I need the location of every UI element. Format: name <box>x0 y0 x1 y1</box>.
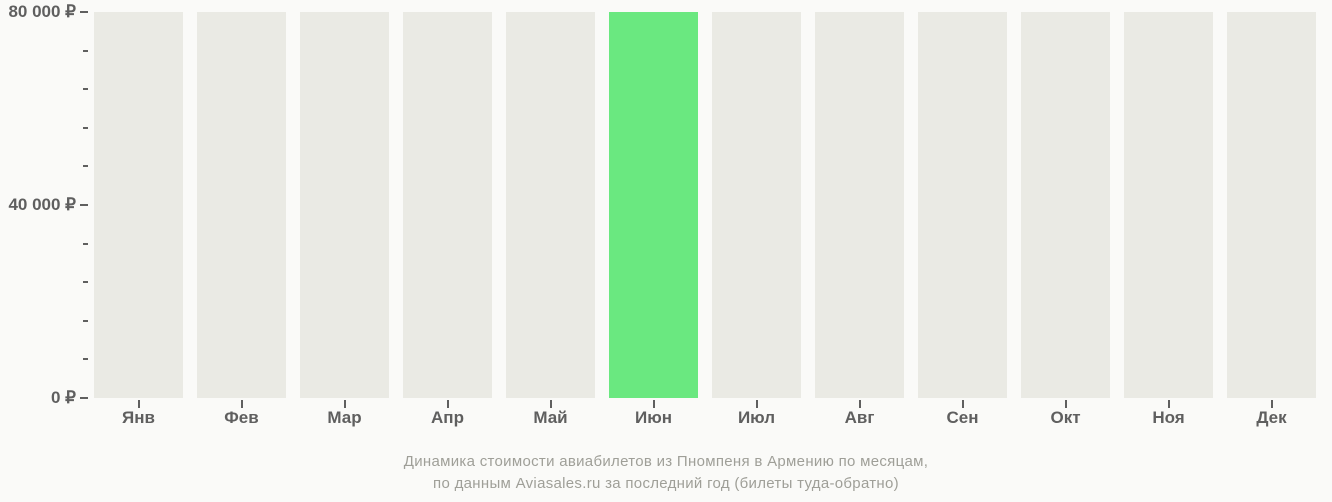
bars-container <box>94 12 1316 398</box>
y-tick-mark <box>80 11 88 13</box>
y-minor-tick <box>83 281 88 283</box>
caption-line1: Динамика стоимости авиабилетов из Пномпе… <box>404 453 928 470</box>
y-axis-label: 80 000 ₽ <box>8 2 76 22</box>
bar-slot[interactable] <box>94 12 183 398</box>
bar-slot[interactable] <box>712 12 801 398</box>
y-tick-mark <box>80 204 88 206</box>
x-tick-mark <box>962 400 964 408</box>
price-chart: 0 ₽40 000 ₽80 000 ₽ ЯнвФевМарАпрМайИюнИю… <box>0 0 1332 502</box>
bar-slot[interactable] <box>1124 12 1213 398</box>
y-axis-label: 0 ₽ <box>51 388 76 408</box>
x-tick-mark <box>550 400 552 408</box>
x-tick-mark <box>653 400 655 408</box>
x-axis-label: Июл <box>712 408 801 436</box>
x-tick-mark <box>1065 400 1067 408</box>
bar-background <box>712 12 801 398</box>
bar-background <box>197 12 286 398</box>
y-axis-label: 40 000 ₽ <box>8 195 76 215</box>
y-minor-tick <box>83 243 88 245</box>
x-axis-label: Авг <box>815 408 904 436</box>
x-axis-label: Мар <box>300 408 389 436</box>
y-minor-tick <box>83 50 88 52</box>
bar-value <box>609 12 698 398</box>
bar-background <box>1227 12 1316 398</box>
y-minor-tick <box>83 320 88 322</box>
bar-background <box>1124 12 1213 398</box>
bar-slot[interactable] <box>506 12 595 398</box>
bar-slot[interactable] <box>1021 12 1110 398</box>
x-tick-mark <box>859 400 861 408</box>
x-tick-mark <box>344 400 346 408</box>
x-axis-label: Июн <box>609 408 698 436</box>
bar-background <box>1021 12 1110 398</box>
x-tick-mark <box>138 400 140 408</box>
chart-caption: Динамика стоимости авиабилетов из Пномпе… <box>0 451 1332 495</box>
bar-background <box>94 12 183 398</box>
bar-background <box>300 12 389 398</box>
y-minor-tick <box>83 127 88 129</box>
y-tick-mark <box>80 397 88 399</box>
x-tick-mark <box>756 400 758 408</box>
x-tick-mark <box>1271 400 1273 408</box>
x-tick-mark <box>447 400 449 408</box>
bar-background <box>815 12 904 398</box>
x-axis-label: Фев <box>197 408 286 436</box>
bar-slot[interactable] <box>815 12 904 398</box>
x-tick-mark <box>241 400 243 408</box>
x-axis-label: Май <box>506 408 595 436</box>
x-axis: Янв Фев Мар Апр Май Июн Июл Авг Сен Окт Ноя Дек <box>94 408 1316 436</box>
x-axis-label: Дек <box>1227 408 1316 436</box>
bar-slot[interactable] <box>403 12 492 398</box>
y-minor-tick <box>83 88 88 90</box>
bar-slot[interactable] <box>197 12 286 398</box>
caption-line2: по данным Aviasales.ru за последний год … <box>433 475 899 492</box>
bar-slot[interactable] <box>609 12 698 398</box>
bar-slot[interactable] <box>300 12 389 398</box>
x-tick-mark <box>1168 400 1170 408</box>
bar-background <box>918 12 1007 398</box>
bar-background <box>403 12 492 398</box>
bar-slot[interactable] <box>918 12 1007 398</box>
x-axis-label: Апр <box>403 408 492 436</box>
y-minor-tick <box>83 358 88 360</box>
bar-background <box>506 12 595 398</box>
bar-slot[interactable] <box>1227 12 1316 398</box>
y-axis: 0 ₽40 000 ₽80 000 ₽ <box>0 12 88 398</box>
x-axis-label: Окт <box>1021 408 1110 436</box>
x-axis-label: Ноя <box>1124 408 1213 436</box>
plot-area <box>94 12 1316 398</box>
y-minor-tick <box>83 165 88 167</box>
x-axis-label: Сен <box>918 408 1007 436</box>
x-axis-label: Янв <box>94 408 183 436</box>
